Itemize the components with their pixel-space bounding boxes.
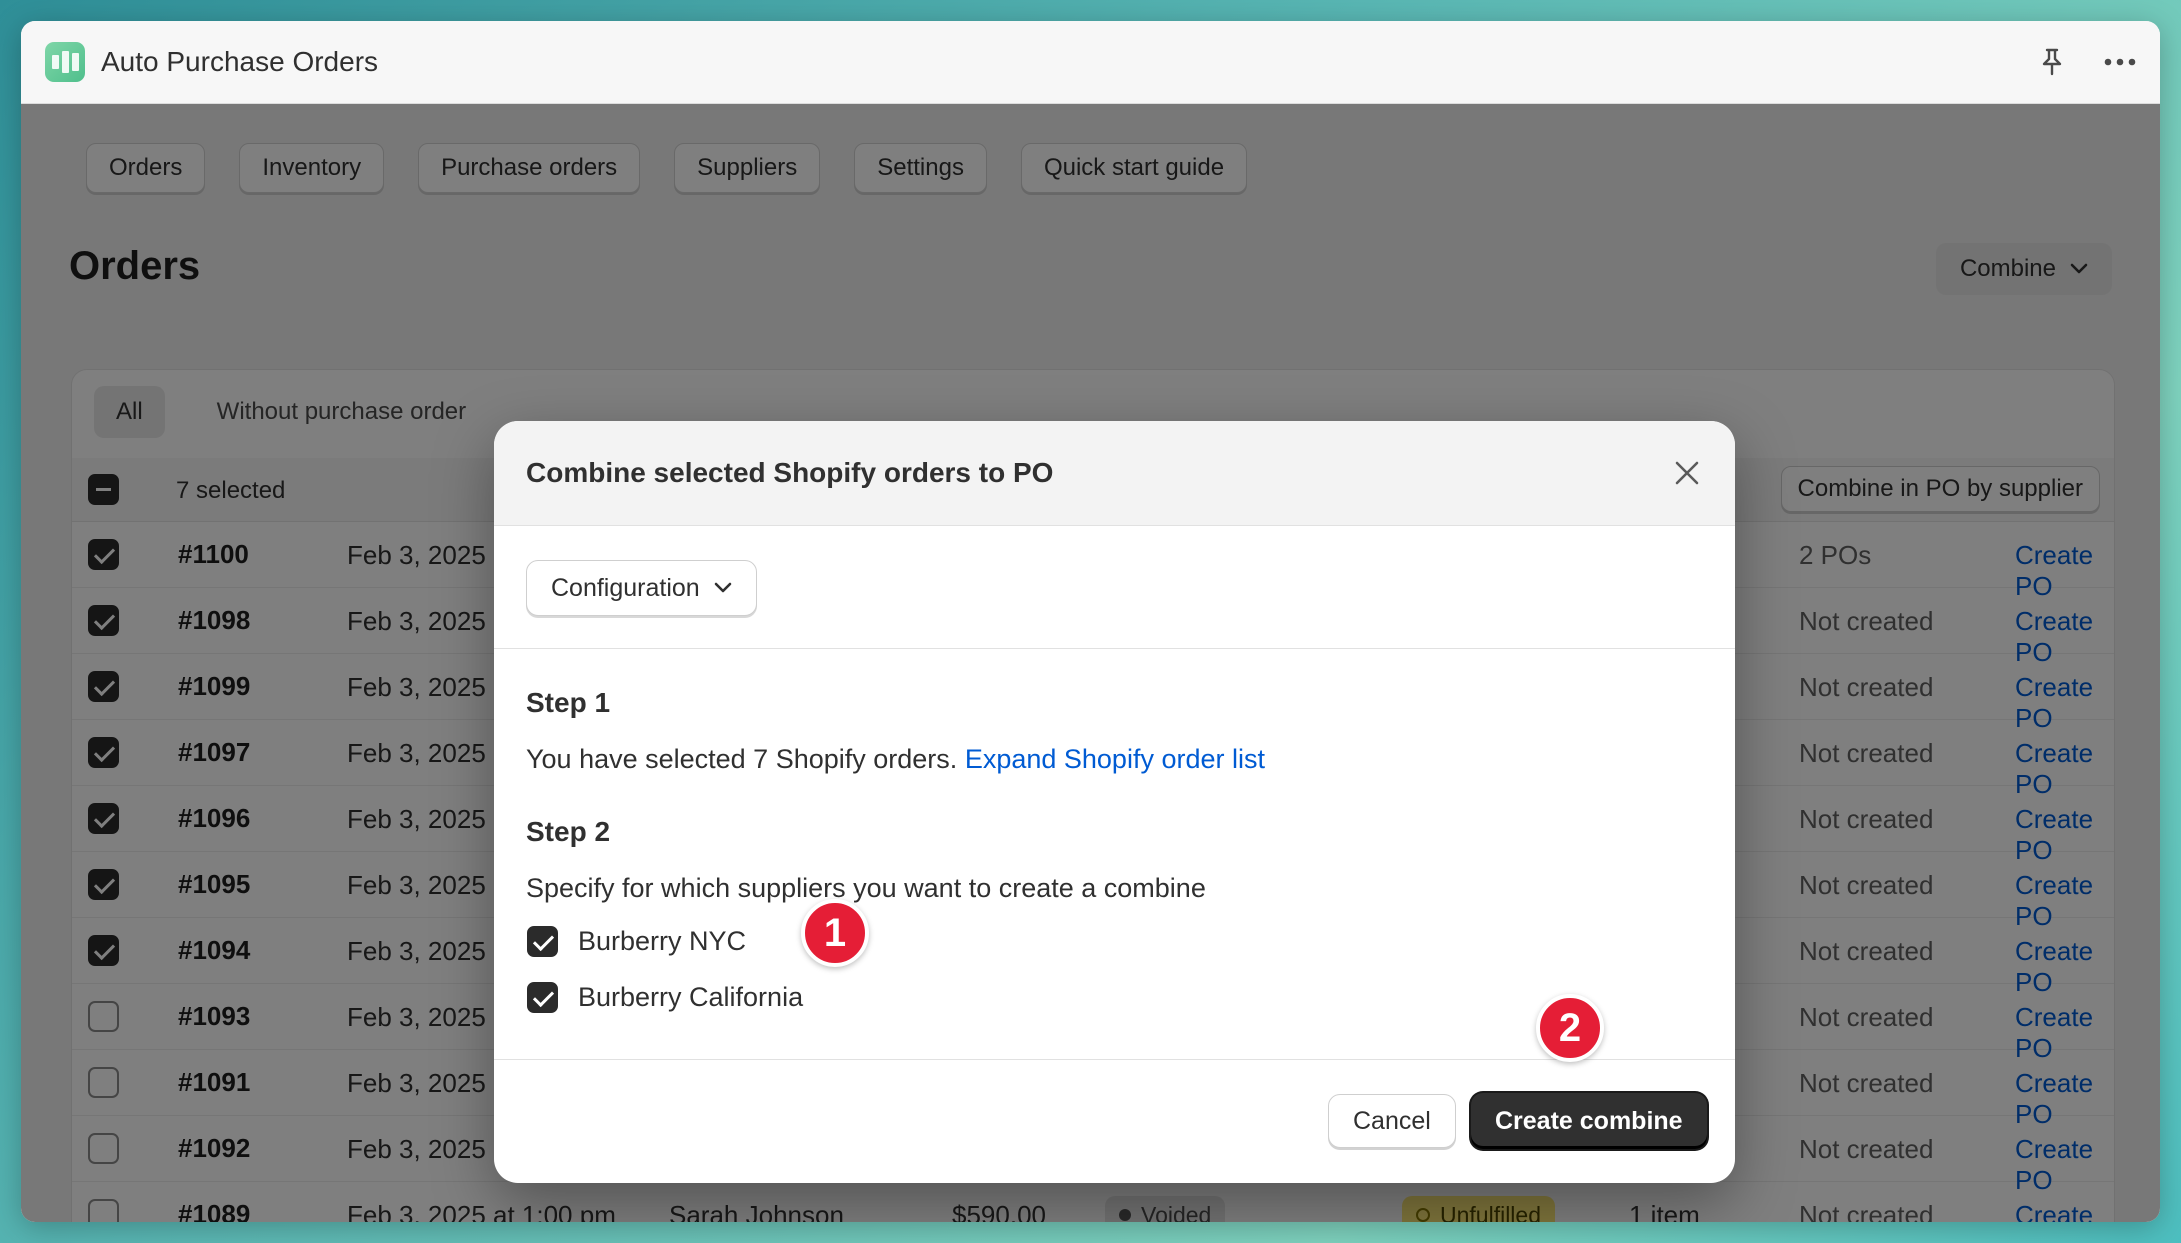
app-title: Auto Purchase Orders bbox=[101, 46, 379, 77]
more-horizontal-icon[interactable] bbox=[2104, 46, 2136, 78]
create-combine-button[interactable]: Create combine bbox=[1471, 1093, 1707, 1149]
supplier-name: Burberry NYC bbox=[578, 926, 747, 956]
modal-header: Combine selected Shopify orders to PO bbox=[494, 421, 1735, 526]
step1-text: You have selected 7 Shopify orders. Expa… bbox=[526, 744, 1265, 775]
combine-orders-modal: Combine selected Shopify orders to PO Co… bbox=[494, 421, 1735, 1183]
callout-badge-2: 2 bbox=[1536, 994, 1604, 1062]
callout-badge-1: 1 bbox=[801, 899, 869, 967]
pin-icon[interactable] bbox=[2036, 46, 2068, 78]
app-logo-icon bbox=[45, 42, 85, 82]
chevron-down-icon bbox=[714, 582, 732, 593]
supplier-name: Burberry California bbox=[578, 982, 804, 1012]
supplier-checkbox[interactable] bbox=[527, 926, 558, 957]
configuration-section: Configuration bbox=[494, 526, 1735, 649]
app-window: Auto Purchase Orders Orders Inventory Pu… bbox=[21, 21, 2160, 1222]
supplier-option[interactable]: Burberry California bbox=[527, 982, 803, 1013]
close-icon[interactable] bbox=[1673, 459, 1701, 487]
step2-text: Specify for which suppliers you want to … bbox=[526, 873, 1206, 903]
title-bar: Auto Purchase Orders bbox=[21, 21, 2160, 104]
configuration-dropdown-button[interactable]: Configuration bbox=[526, 560, 757, 616]
modal-footer: Cancel Create combine bbox=[494, 1059, 1735, 1183]
step1-title: Step 1 bbox=[526, 687, 611, 718]
step1-description: You have selected 7 Shopify orders. bbox=[526, 744, 958, 774]
cancel-button[interactable]: Cancel bbox=[1328, 1094, 1456, 1148]
modal-title: Combine selected Shopify orders to PO bbox=[526, 457, 1054, 488]
configuration-label: Configuration bbox=[551, 573, 700, 602]
supplier-checkbox[interactable] bbox=[527, 982, 558, 1013]
expand-order-list-link[interactable]: Expand Shopify order list bbox=[965, 744, 1265, 774]
step2-title: Step 2 bbox=[526, 816, 611, 847]
supplier-option[interactable]: Burberry NYC bbox=[527, 926, 746, 957]
